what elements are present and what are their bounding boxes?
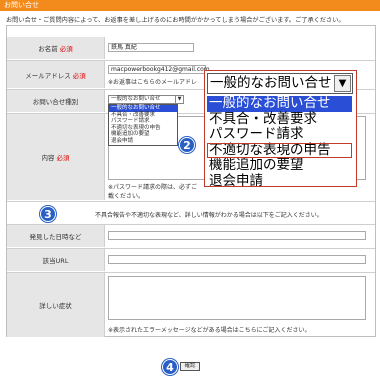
zoom-option-highlighted[interactable]: 不適切な表現の申告 xyxy=(207,142,352,158)
type-option[interactable]: 退会申請 xyxy=(109,138,177,145)
zoom-select-value: 一般的なお問い合せ xyxy=(210,75,332,91)
email-note: ※お返事はこちらのメールアドレ xyxy=(108,79,198,86)
chevron-down-icon: ▼ xyxy=(175,96,183,103)
required-mark: 必須 xyxy=(59,45,73,53)
zoom-option[interactable]: パスワード請求 xyxy=(207,126,352,143)
zoom-type-select[interactable]: 一般的なお問い合せ ▼ xyxy=(207,73,353,94)
name-input[interactable]: 鉄馬 真紀 xyxy=(108,43,194,52)
zoom-option[interactable]: 機能追加の要望 xyxy=(207,157,352,174)
type-select[interactable]: 一般的なお問い合せ ▼ xyxy=(108,95,184,104)
zoom-option[interactable]: 不具合・改善要求 xyxy=(207,111,352,128)
name-label: お名前 xyxy=(38,45,58,53)
url-label-cell: 該当URL xyxy=(7,249,105,271)
detail-note: ※表示されたエラーメッセージなどがある場合はこちらにご記入ください。 xyxy=(108,327,311,334)
type-option[interactable]: パスワード請求 xyxy=(109,118,177,125)
type-label-cell: お問い合せ種別 xyxy=(7,90,105,112)
name-label-cell: お名前 必須 xyxy=(7,37,105,59)
confirm-button[interactable]: 確認 xyxy=(180,362,200,371)
detail-textarea[interactable] xyxy=(108,276,366,320)
required-mark: 必須 xyxy=(56,154,70,162)
detail-label: 詳しい症状 xyxy=(39,302,72,310)
step-badge-4: 4 xyxy=(162,359,178,375)
email-label: メールアドレス xyxy=(25,71,71,80)
chevron-down-icon: ▼ xyxy=(334,75,351,92)
email-input[interactable]: macpowerbookg412@gmail.com xyxy=(108,65,210,74)
content-label-cell: 内容 必須 xyxy=(7,114,105,200)
detail-label-cell: 詳しい症状 xyxy=(7,273,105,337)
type-label: お問い合せ種別 xyxy=(32,98,79,106)
zoom-dropdown-list: 一般的なお問い合せ 不具合・改善要求 パスワード請求 不適切な表現の申告 機能追… xyxy=(207,95,352,190)
content-note-2: 載ください。 xyxy=(108,193,145,200)
dropdown-zoom-callout: 一般的なお問い合せ ▼ 一般的なお問い合せ 不具合・改善要求 パスワード請求 不… xyxy=(204,70,357,190)
step-badge-3: 3 xyxy=(40,206,56,222)
url-input[interactable] xyxy=(108,255,366,264)
zoom-option[interactable]: 一般的なお問い合せ xyxy=(207,95,352,112)
datetime-input[interactable] xyxy=(108,231,366,240)
type-select-value: 一般的なお問い合せ xyxy=(111,96,161,102)
intro-text: お問い合せ・ご質問内容によって、お返事を差し上げるのにお時間がかかってしまう場合… xyxy=(6,17,345,24)
url-label: 該当URL xyxy=(42,257,69,265)
content-label: 内容 xyxy=(41,154,55,162)
required-mark: 必須 xyxy=(72,71,86,80)
section-note: 不具合報告や不適切な表現など、詳しい情報がわかる場合は以下をご記入ください。 xyxy=(95,212,323,219)
email-label-cell: メールアドレス 必須 xyxy=(7,61,105,88)
type-option[interactable]: 機能追加の要望 xyxy=(109,131,177,138)
datetime-label-cell: 発見した日時など xyxy=(7,225,105,247)
type-dropdown-list: 一般的なお問い合せ 不具合・改善要求 パスワード請求 不適切な表現の申告 機能追… xyxy=(108,104,178,146)
step-badge-2: 2 xyxy=(179,137,195,153)
content-note: ※パスワード請求の際は、必ずご xyxy=(108,184,198,191)
type-option[interactable]: 一般的なお問い合せ xyxy=(109,105,177,112)
form-header: お問い合せ xyxy=(0,0,380,11)
row-divider xyxy=(7,201,375,202)
zoom-option[interactable]: 退会申請 xyxy=(207,173,352,190)
header-title: お問い合せ xyxy=(4,1,39,9)
datetime-label: 発見した日時など xyxy=(29,233,82,241)
